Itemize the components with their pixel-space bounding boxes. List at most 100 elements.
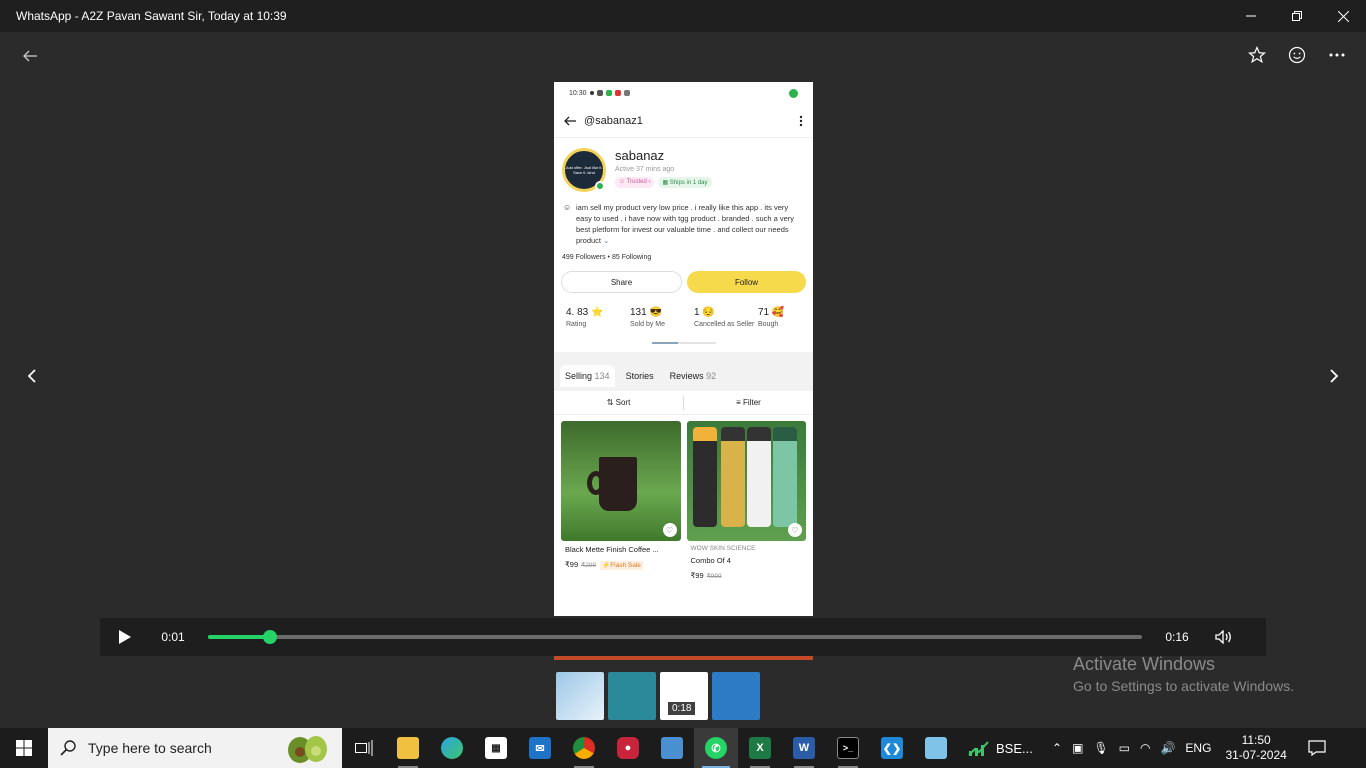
thumbnail[interactable] [712, 672, 760, 720]
taskbar: Type here to search ▦ ✉ ● ✆ X W >_ ❮❯ BS… [0, 728, 1366, 768]
next-media-button[interactable] [1324, 364, 1344, 388]
recorder-taskbar[interactable]: ● [606, 728, 650, 768]
arrow-left-icon[interactable] [564, 116, 576, 126]
file-explorer-taskbar[interactable] [386, 728, 430, 768]
arrow-left-icon [23, 50, 37, 62]
back-button[interactable] [18, 44, 42, 68]
chrome-taskbar[interactable] [562, 728, 606, 768]
restore-button[interactable] [1274, 0, 1320, 32]
whatsapp-taskbar[interactable]: ✆ [694, 728, 738, 768]
taskbar-clock[interactable]: 11:50 31-07-2024 [1225, 733, 1286, 763]
duration: 0:16 [1165, 630, 1189, 644]
play-button[interactable] [102, 629, 148, 645]
language-indicator[interactable]: ENG [1185, 741, 1211, 755]
terminal-icon: >_ [837, 737, 859, 759]
wifi-icon[interactable]: ◠ [1140, 741, 1150, 755]
star-button[interactable] [1246, 44, 1268, 66]
task-view-icon [355, 740, 373, 756]
youtube-icon [614, 90, 621, 96]
tab-selling: Selling 134 [560, 365, 615, 387]
seek-bar[interactable] [208, 630, 1142, 644]
profile-app-bar: @sabanaz1 [554, 104, 813, 138]
heart-icon: ♡ [662, 523, 677, 537]
instagram-icon [596, 90, 603, 96]
notification-center-button[interactable] [1297, 740, 1337, 756]
chrome-icon [573, 737, 595, 759]
video-frame-bottom [554, 656, 813, 660]
stats-scroll-indicator [651, 342, 716, 344]
seek-progress [208, 635, 270, 639]
stat-cancelled: 1 😔 Cancelled as Seller [694, 307, 755, 328]
vscode-taskbar[interactable]: ❮❯ [870, 728, 914, 768]
notification-icon [1308, 740, 1326, 756]
camera-icon[interactable]: ▣ [1072, 741, 1083, 755]
minimize-button[interactable] [1228, 0, 1274, 32]
excel-taskbar[interactable]: X [738, 728, 782, 768]
more-options-button[interactable] [1326, 44, 1348, 66]
video-frame[interactable]: 10:30 @sabanaz1 Just offer. Jsut like it… [554, 82, 813, 616]
profile-name: sabanaz [615, 148, 665, 163]
store-taskbar[interactable]: ▦ [474, 728, 518, 768]
windows-icon [16, 740, 32, 756]
thumbnail[interactable] [608, 672, 656, 720]
product-image-tubes: ♡ [686, 421, 806, 541]
bse-widget[interactable]: BSE... [958, 739, 1038, 757]
thumbnail-selected[interactable]: 0:18 [660, 672, 708, 720]
word-taskbar[interactable]: W [782, 728, 826, 768]
product-card: ♡ Black Mette Finish Coffee ... ₹99 ₹299 ⚡… [561, 421, 681, 580]
emoji-react-button[interactable] [1286, 44, 1308, 66]
mail-taskbar[interactable]: ✉ [518, 728, 562, 768]
start-button[interactable] [0, 728, 48, 768]
current-time: 0:01 [161, 630, 185, 644]
chevron-left-icon [27, 369, 36, 383]
media-thumbnails: 0:18 [556, 672, 760, 720]
volume-button[interactable] [1202, 630, 1246, 644]
search-icon [48, 740, 88, 756]
photos-taskbar[interactable] [650, 728, 694, 768]
followers-label: Followers [575, 254, 606, 261]
close-button[interactable] [1320, 0, 1366, 32]
close-icon [1337, 10, 1349, 22]
word-icon: W [793, 737, 815, 759]
edge-taskbar[interactable] [430, 728, 474, 768]
minimize-icon [1246, 15, 1256, 17]
microphone-icon[interactable]: 🎙 [1093, 741, 1108, 755]
status-time: 10:30 [569, 89, 587, 97]
volume-icon [1215, 630, 1231, 644]
online-indicator [595, 181, 605, 191]
product-title: Combo Of 4 [690, 556, 731, 565]
product-price: ₹99 ₹999 [690, 571, 722, 580]
follow-counts: 499 Followers • 85 Following [562, 254, 652, 261]
phone-status-bar: 10:30 [554, 82, 813, 104]
clock-date: 31-07-2024 [1225, 748, 1287, 762]
thumbnail[interactable] [556, 672, 604, 720]
product-price: ₹99 ₹299 ⚡Flash Sale [565, 560, 643, 570]
excel-icon: X [749, 737, 771, 759]
clock-time: 11:50 [1241, 733, 1271, 747]
follow-button: Follow [687, 271, 806, 293]
product-brand: WOW SKIN SCIENCE [690, 545, 756, 552]
product-card: ♡ WOW SKIN SCIENCE Combo Of 4 ₹99 ₹999 [686, 421, 806, 580]
following-count: 85 [611, 254, 620, 261]
terminal-taskbar[interactable]: >_ [826, 728, 870, 768]
task-view-button[interactable] [342, 728, 386, 768]
product-image-mug: ♡ [561, 421, 681, 541]
edge-icon [441, 737, 463, 759]
profile-handle: @sabanaz1 [584, 114, 643, 127]
volume-icon[interactable]: 🔊 [1160, 741, 1175, 755]
taskbar-search[interactable]: Type here to search [48, 728, 342, 768]
filter-button: ≡ Filter [736, 398, 761, 407]
sort-filter-bar: ⇅ Sort ≡ Filter [554, 391, 813, 415]
more-vertical-icon[interactable] [799, 115, 803, 127]
download-icon [789, 88, 798, 98]
chevron-right-icon [1330, 369, 1339, 383]
avatar: Just offer. Jsut like it. Save it. kind [562, 148, 606, 192]
chevron-up-icon[interactable]: ⌃ [1052, 741, 1062, 755]
avocado-icon [288, 736, 327, 763]
share-button: Share [561, 271, 682, 293]
previous-media-button[interactable] [22, 364, 42, 388]
notepad-taskbar[interactable] [914, 728, 958, 768]
seek-handle[interactable] [262, 630, 277, 644]
vscode-icon: ❮❯ [881, 737, 903, 759]
battery-icon[interactable]: ▭ [1119, 741, 1130, 755]
